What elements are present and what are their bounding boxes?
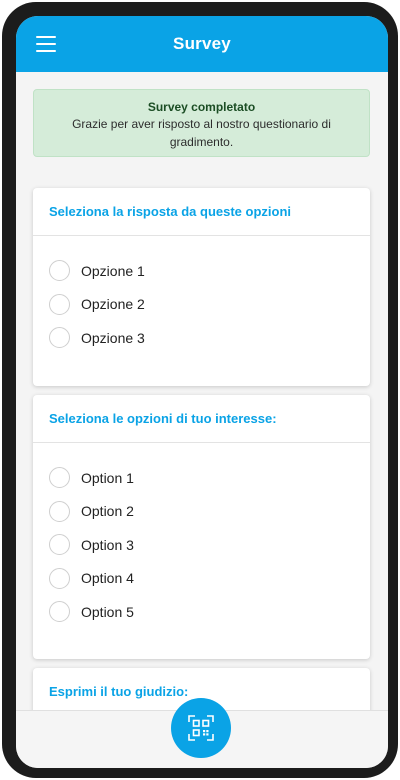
app-screen: Survey Survey completato Grazie per aver… <box>16 16 388 768</box>
choice-option-3[interactable]: Option 3 <box>33 528 370 562</box>
question-card-single-choice: Seleziona la risposta da queste opzioni … <box>33 188 370 386</box>
option-label: Option 3 <box>81 536 134 553</box>
option-label: Option 2 <box>81 503 134 520</box>
option-label: Option 5 <box>81 603 134 620</box>
choice-button[interactable] <box>49 567 70 589</box>
radio-option-3[interactable]: Opzione 3 <box>33 321 370 355</box>
radio-option-2[interactable]: Opzione 2 <box>33 288 370 322</box>
radio-button[interactable] <box>49 260 70 282</box>
choice-button[interactable] <box>49 534 70 556</box>
choice-option-2[interactable]: Option 2 <box>33 495 370 529</box>
hamburger-menu-icon[interactable] <box>36 36 58 52</box>
choice-option-1[interactable]: Option 1 <box>33 461 370 495</box>
choice-option-5[interactable]: Option 5 <box>33 595 370 629</box>
choice-button[interactable] <box>49 601 70 623</box>
alert-message: Grazie per aver risposto al nostro quest… <box>72 117 331 149</box>
choice-button[interactable] <box>49 467 70 489</box>
choice-option-4[interactable]: Option 4 <box>33 562 370 596</box>
question-card-multi-choice: Seleziona le opzioni di tuo interesse: O… <box>33 395 370 659</box>
choice-button[interactable] <box>49 500 70 522</box>
page-title: Survey <box>173 34 231 53</box>
option-label: Opzione 2 <box>81 296 145 313</box>
option-label: Opzione 3 <box>81 329 145 346</box>
success-alert: Survey completato Grazie per aver rispos… <box>33 89 370 157</box>
question-title: Seleziona la risposta da queste opzioni <box>33 188 370 236</box>
option-label: Opzione 1 <box>81 262 145 279</box>
survey-content[interactable]: Survey completato Grazie per aver rispos… <box>16 72 388 710</box>
app-bar: Survey <box>16 16 388 72</box>
qr-code-scan-icon <box>188 715 214 741</box>
option-label: Option 1 <box>81 469 134 486</box>
alert-title: Survey completato <box>147 100 256 114</box>
phone-frame: Survey Survey completato Grazie per aver… <box>2 2 398 778</box>
question-title: Seleziona le opzioni di tuo interesse: <box>33 395 370 443</box>
radio-option-1[interactable]: Opzione 1 <box>33 254 370 288</box>
radio-button[interactable] <box>49 293 70 315</box>
radio-button[interactable] <box>49 327 70 349</box>
qr-scan-button[interactable] <box>171 698 231 758</box>
option-label: Option 4 <box>81 570 134 587</box>
